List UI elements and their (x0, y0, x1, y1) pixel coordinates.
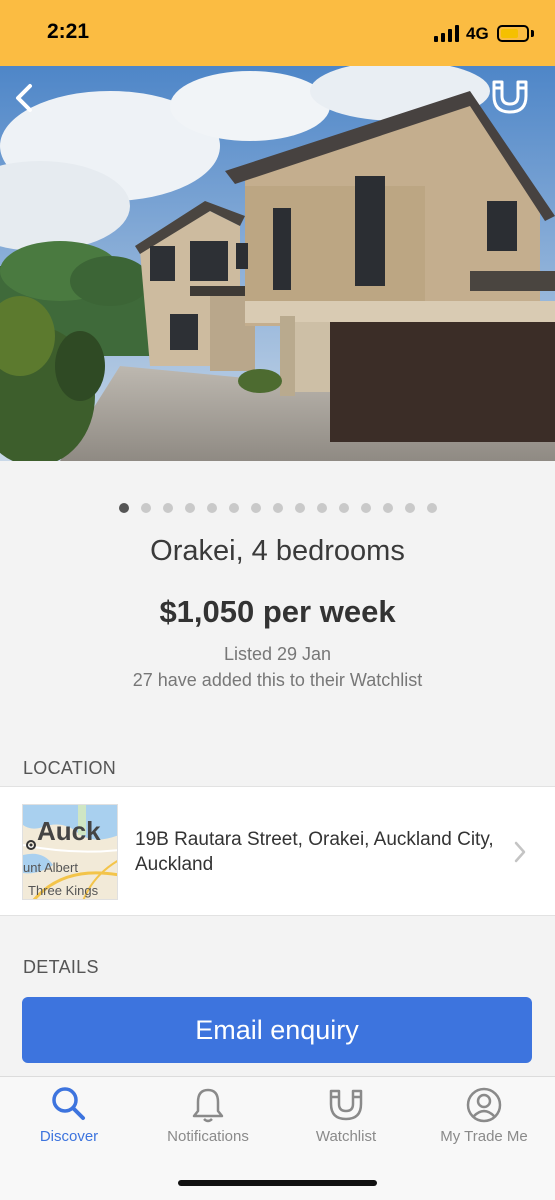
listing-address: 19B Rautara Street, Orakei, Auckland Cit… (135, 829, 494, 875)
chevron-left-icon (16, 84, 32, 112)
pagination-dot (140, 503, 151, 513)
search-icon (52, 1087, 85, 1120)
gallery-pagination (0, 500, 555, 514)
map-thumbnail: Auck unt Albert Three Kings (22, 804, 118, 900)
tab-label: Watchlist (315, 1128, 377, 1145)
network-type: 4G (466, 24, 489, 43)
tab-my-trade-me[interactable]: My Trade Me (415, 1077, 553, 1167)
listing-price: $1,050 per week (159, 594, 396, 629)
add-to-watchlist-button[interactable] (488, 74, 532, 116)
pagination-dot (272, 503, 283, 513)
pagination-dot (228, 503, 239, 513)
pagination-dot (184, 503, 195, 513)
pagination-dot (382, 503, 393, 513)
status-bar: 2:21 4G (0, 0, 555, 66)
pagination-dot (338, 503, 349, 513)
tab-notifications[interactable]: Notifications (139, 1077, 277, 1167)
back-button[interactable] (6, 78, 42, 118)
pagination-dot (360, 503, 371, 513)
profile-icon (466, 1087, 502, 1123)
pagination-dot (162, 503, 173, 513)
home-indicator (178, 1180, 377, 1186)
signal-icon (434, 25, 460, 42)
location-heading: LOCATION (23, 758, 117, 778)
bell-icon (192, 1088, 224, 1123)
pagination-dot (316, 503, 327, 513)
details-heading: DETAILS (23, 957, 99, 977)
pagination-dot (206, 503, 217, 513)
svg-text:Three Kings: Three Kings (28, 883, 99, 898)
pagination-dot (250, 503, 261, 513)
watchlist-icon (492, 80, 528, 114)
pagination-dot (118, 503, 129, 513)
email-enquiry-button[interactable]: Email enquiry (22, 997, 532, 1063)
listing-title: Orakei, 4 bedrooms (150, 535, 405, 567)
pagination-dot (426, 503, 437, 513)
svg-text:Auck: Auck (37, 816, 101, 846)
status-time: 2:21 (47, 20, 90, 43)
chevron-right-icon (514, 841, 526, 863)
pagination-dot (404, 503, 415, 513)
watchlist-icon (329, 1089, 363, 1121)
tab-watchlist[interactable]: Watchlist (277, 1077, 415, 1167)
pagination-dot (294, 503, 305, 513)
tab-label: Discover (39, 1128, 99, 1145)
listing-photo[interactable] (0, 66, 555, 461)
location-row[interactable]: Auck unt Albert Three Kings 19B Rautara … (0, 786, 555, 916)
battery-icon (497, 25, 529, 42)
tab-label: Notifications (167, 1128, 249, 1145)
watchlist-count: 27 have added this to their Watchlist (132, 670, 423, 690)
tab-discover[interactable]: Discover (0, 1077, 138, 1167)
listed-date: Listed 29 Jan (223, 644, 332, 664)
svg-text:unt Albert: unt Albert (23, 860, 78, 875)
tab-label: My Trade Me (440, 1128, 528, 1145)
